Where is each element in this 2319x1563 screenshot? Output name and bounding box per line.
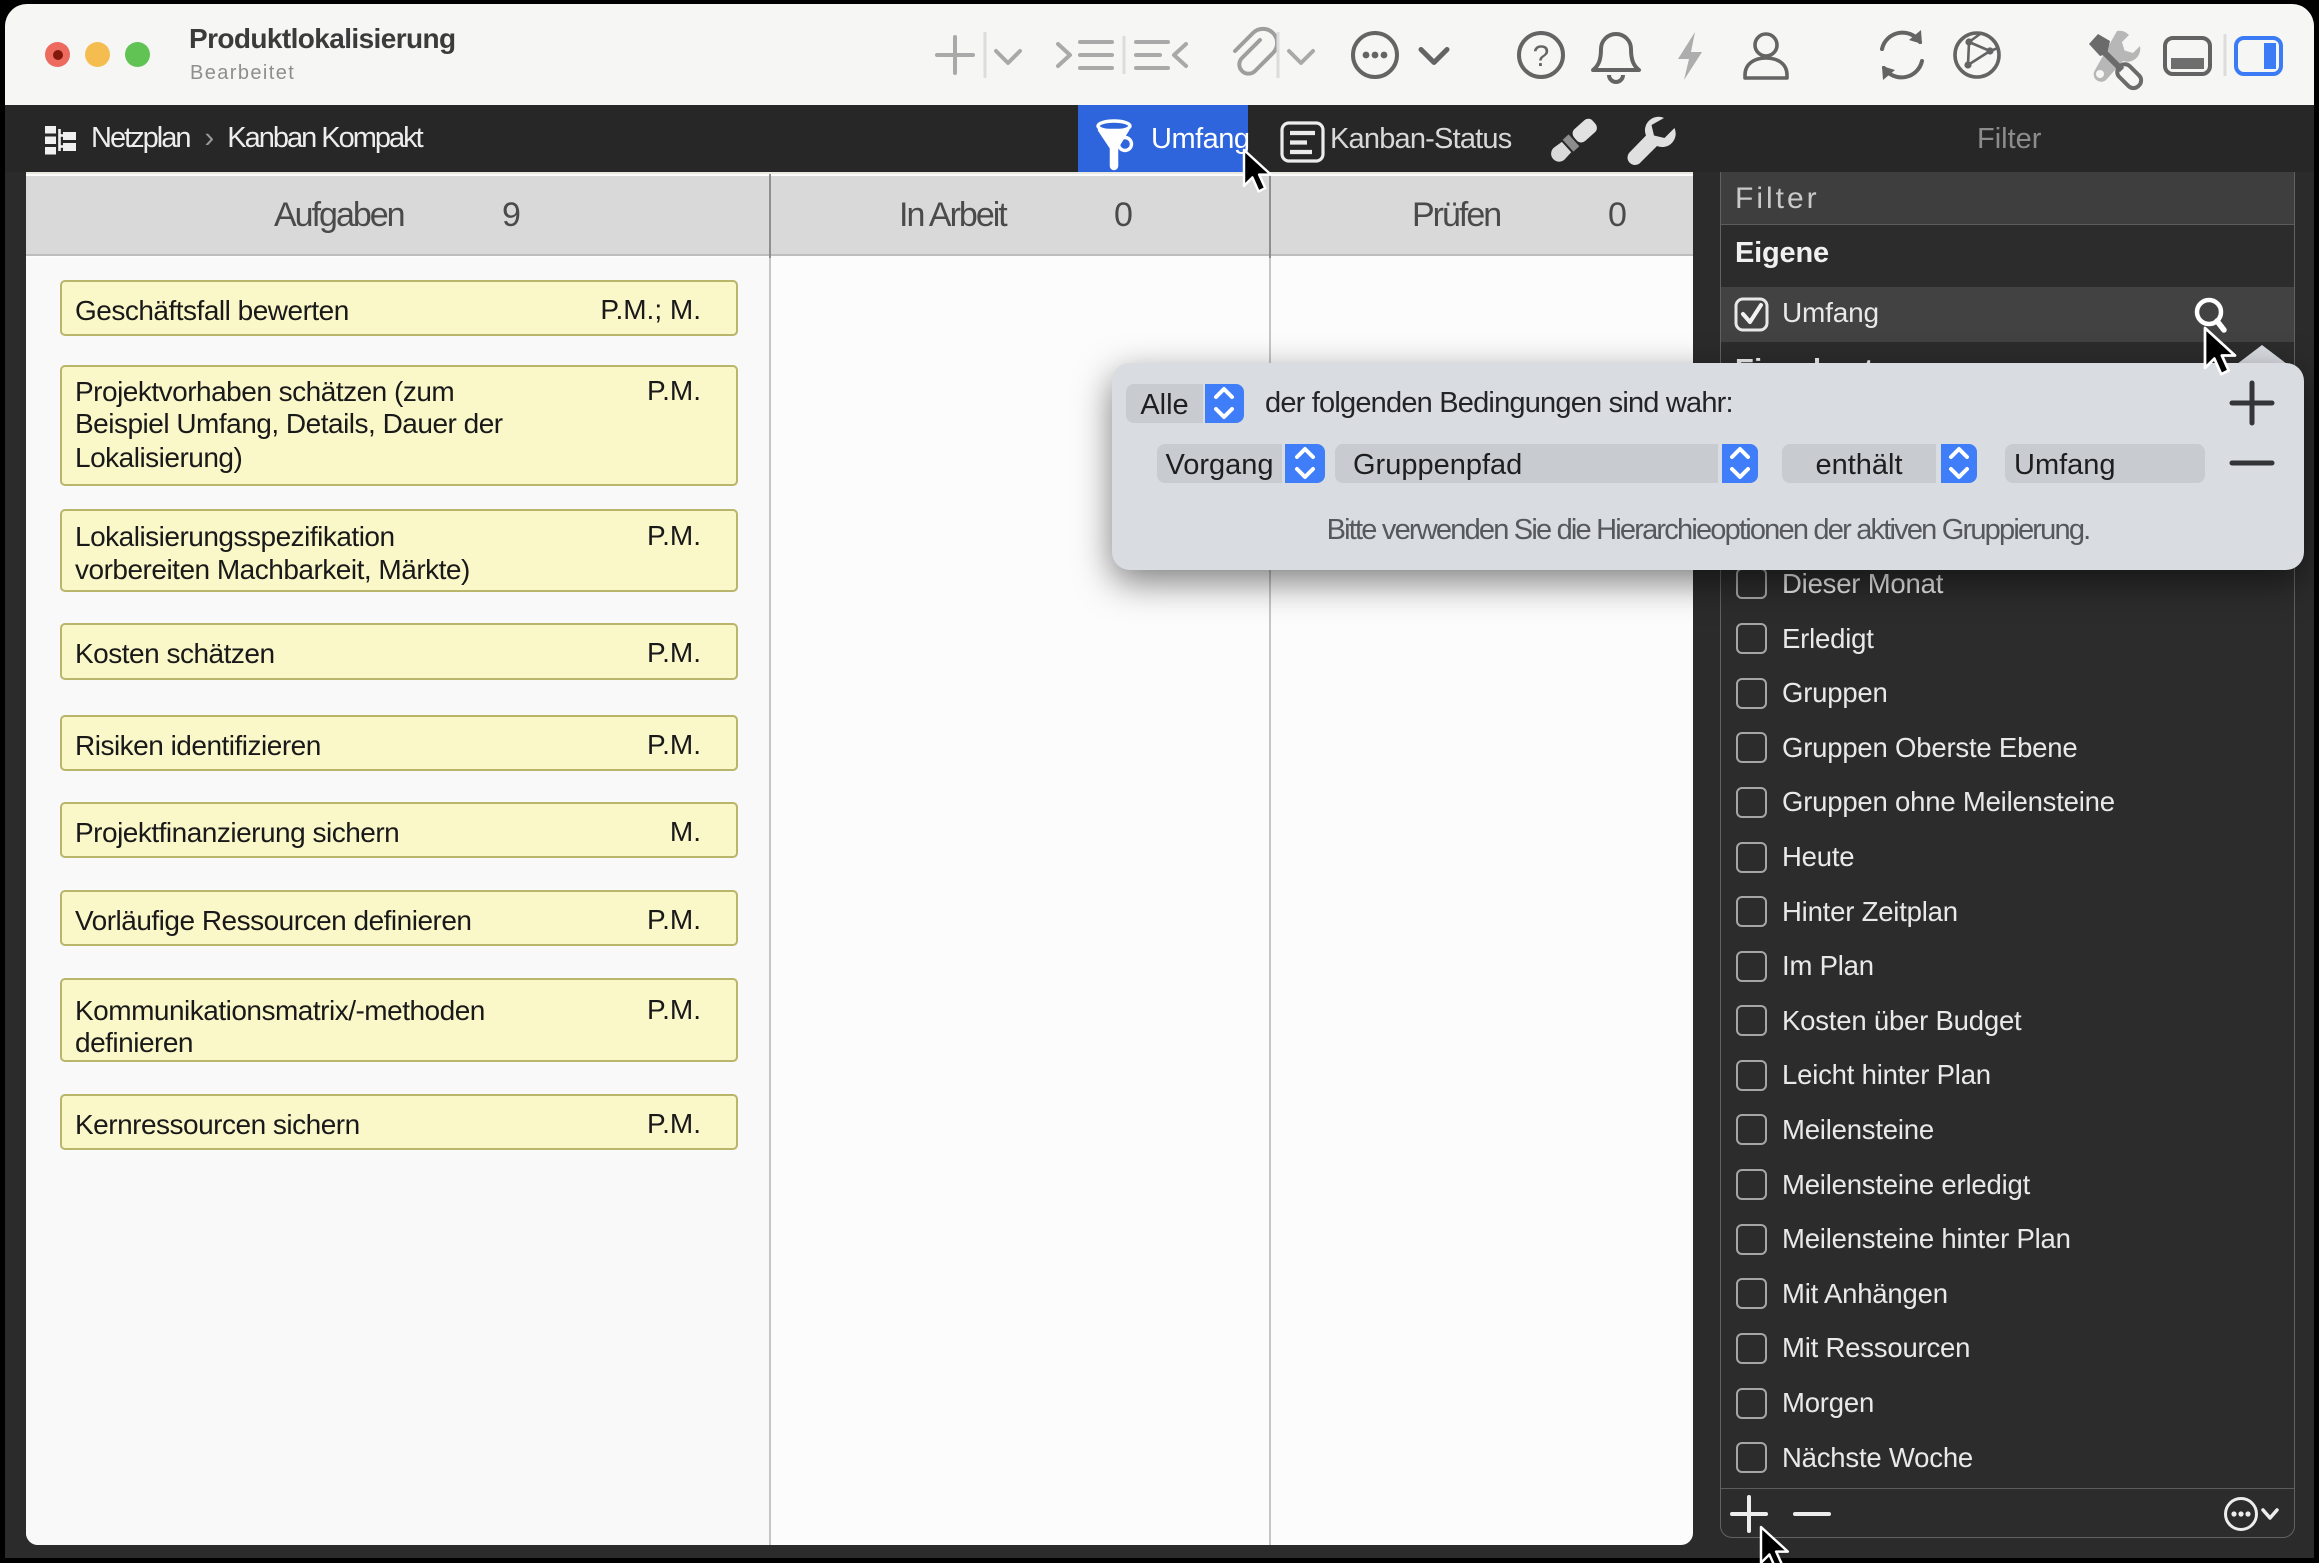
svg-text:?: ? [1533, 40, 1550, 73]
